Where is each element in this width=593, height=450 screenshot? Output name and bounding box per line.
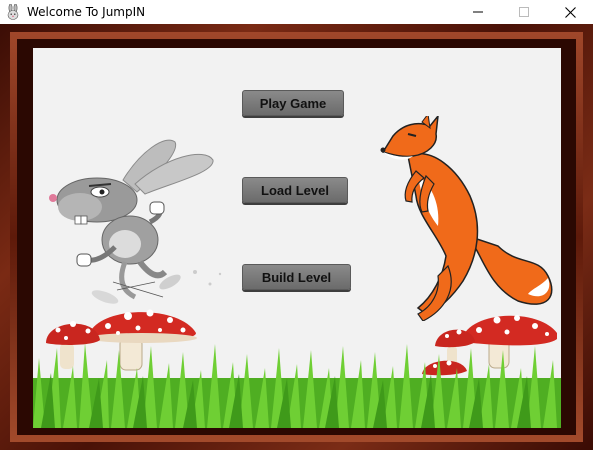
fox-illustration — [380, 116, 553, 321]
close-button[interactable] — [547, 0, 593, 24]
rabbit-icon — [7, 4, 19, 20]
minimize-button[interactable] — [455, 0, 501, 24]
title-bar: Welcome To JumpIN — [0, 0, 593, 24]
grass — [33, 343, 561, 428]
minimize-icon — [473, 11, 483, 13]
maximize-icon — [519, 7, 529, 17]
maximize-button[interactable] — [501, 0, 547, 24]
load-level-button[interactable]: Load Level — [242, 177, 348, 203]
play-game-button[interactable]: Play Game — [242, 90, 344, 116]
menu-canvas: Play Game Load Level Build Level — [33, 48, 561, 428]
build-level-button[interactable]: Build Level — [242, 264, 351, 290]
close-icon — [564, 6, 576, 18]
rabbit-illustration — [49, 139, 222, 304]
window-title: Welcome To JumpIN — [27, 5, 146, 19]
